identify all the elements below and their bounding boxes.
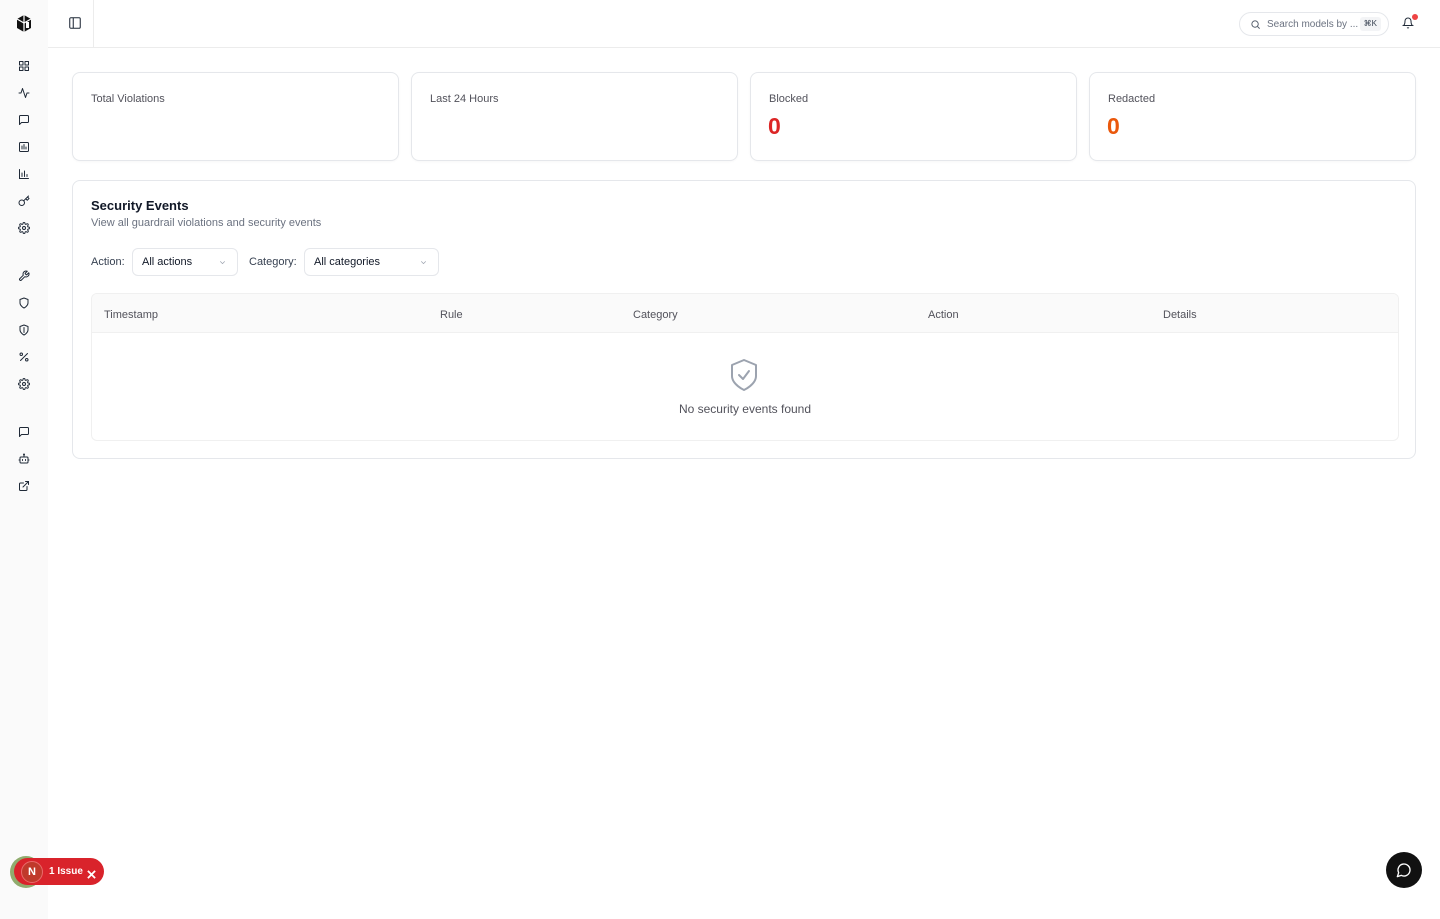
column-header-details[interactable]: Details (1163, 309, 1197, 321)
stat-card-blocked: Blocked 0 (750, 72, 1077, 161)
chat-launcher-button[interactable] (1386, 852, 1422, 888)
issue-badge-logo: N (21, 861, 43, 883)
issue-badge[interactable]: N 1 Issue (10, 856, 104, 888)
sidebar (0, 0, 48, 919)
percent-icon[interactable] (16, 349, 32, 365)
activity-icon[interactable] (16, 85, 32, 101)
stat-card-total-violations: Total Violations (72, 72, 399, 161)
close-icon[interactable] (87, 866, 97, 879)
empty-state-text: No security events found (678, 402, 812, 416)
gear-icon[interactable] (16, 376, 32, 392)
search-icon (1251, 19, 1260, 29)
top-bar: Search models by ... ⌘K (48, 0, 1440, 48)
stat-label: Last 24 Hours (430, 93, 499, 105)
security-events-table: Timestamp Rule Category Action Details N… (91, 293, 1399, 441)
shield-check-icon (729, 358, 759, 392)
key-icon[interactable] (16, 193, 32, 209)
section-subtitle: View all guardrail violations and securi… (91, 217, 322, 229)
column-header-category[interactable]: Category (633, 309, 678, 321)
issue-badge-body[interactable]: N 1 Issue (14, 858, 104, 885)
action-filter-select[interactable]: All actions (132, 248, 238, 276)
chevron-down-icon (219, 261, 226, 265)
chat-bubble-icon (1396, 863, 1411, 878)
issue-count-text: 1 Issue (49, 866, 83, 877)
message-icon[interactable] (16, 424, 32, 440)
action-filter-label: Action: (91, 256, 125, 268)
column-header-rule[interactable]: Rule (440, 309, 463, 321)
stat-label: Blocked (769, 93, 809, 105)
security-events-panel: Security Events View all guardrail viola… (72, 180, 1416, 459)
chart-icon[interactable] (16, 166, 32, 182)
external-link-icon[interactable] (16, 478, 32, 494)
stat-label: Redacted (1108, 93, 1156, 105)
column-header-action[interactable]: Action (928, 309, 959, 321)
action-filter-value: All actions (142, 256, 193, 268)
category-filter-label: Category: (249, 256, 297, 268)
chevron-down-icon (420, 261, 427, 265)
bar-chart-icon[interactable] (16, 139, 32, 155)
search-input[interactable]: Search models by ... ⌘K (1239, 12, 1389, 36)
app-logo-icon[interactable] (14, 13, 34, 33)
settings-icon[interactable] (16, 220, 32, 236)
notification-dot (1412, 14, 1418, 20)
search-placeholder: Search models by ... (1267, 18, 1359, 30)
section-title: Security Events (91, 198, 189, 213)
shield-icon[interactable] (16, 295, 32, 311)
notifications-bell-icon[interactable] (1401, 14, 1418, 30)
stat-card-last-24-hours: Last 24 Hours (411, 72, 738, 161)
shield-half-icon[interactable] (10, 316, 38, 344)
column-header-timestamp[interactable]: Timestamp (104, 309, 158, 321)
category-filter-select[interactable]: All categories (304, 248, 439, 276)
search-shortcut: ⌘K (1359, 17, 1381, 31)
bot-icon[interactable] (16, 451, 32, 467)
topbar-divider (93, 0, 94, 47)
stat-card-redacted: Redacted 0 (1089, 72, 1416, 161)
category-filter-value: All categories (314, 256, 381, 268)
sidebar-toggle-icon[interactable] (68, 16, 84, 32)
chat-icon[interactable] (16, 112, 32, 128)
stat-value-blocked: 0 (768, 113, 781, 139)
stat-value-redacted: 0 (1107, 113, 1120, 139)
stat-label: Total Violations (91, 93, 165, 105)
table-header: Timestamp Rule Category Action Details (92, 294, 1398, 333)
dashboard-icon[interactable] (16, 58, 32, 74)
wrench-icon[interactable] (16, 268, 32, 284)
